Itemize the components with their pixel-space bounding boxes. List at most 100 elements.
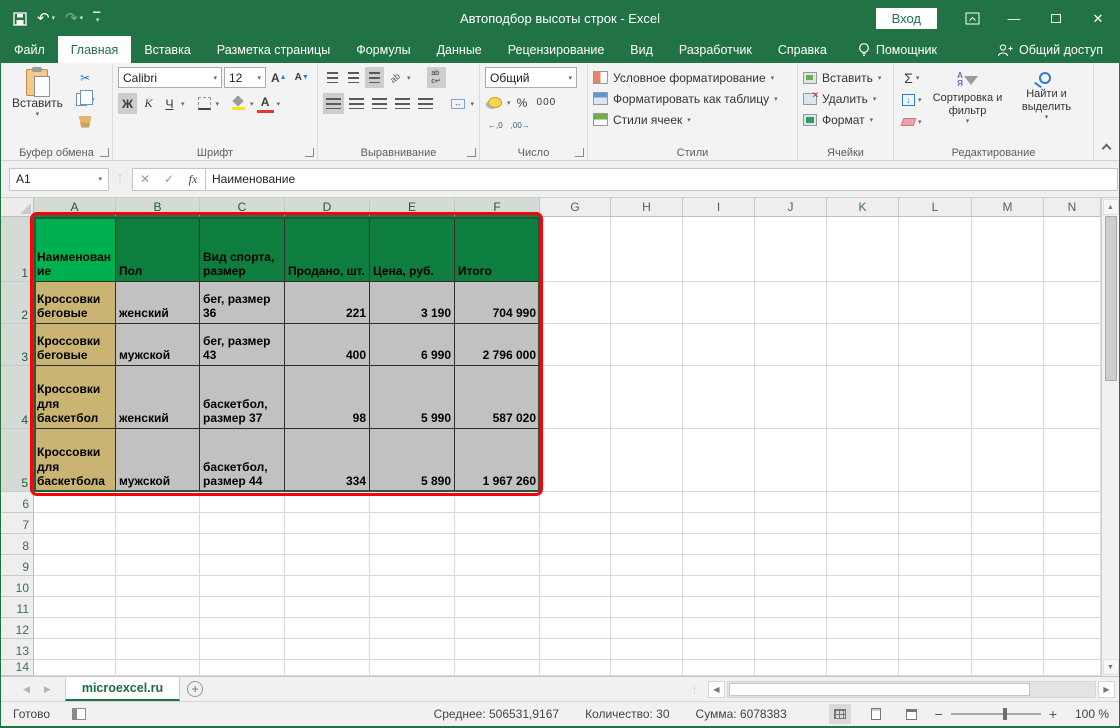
cell-K3[interactable]: [827, 324, 899, 366]
cell-K4[interactable]: [827, 366, 899, 429]
cell-H6[interactable]: [611, 492, 683, 513]
cell-H14[interactable]: [611, 660, 683, 676]
paste-dropdown-icon[interactable]: ▾: [36, 110, 40, 118]
align-right-button[interactable]: [369, 93, 390, 114]
scroll-right-icon[interactable]: ▶: [1098, 681, 1115, 698]
font-color-dropdown-icon[interactable]: ▾: [277, 100, 281, 108]
align-bottom-button[interactable]: [365, 67, 384, 88]
accounting-format-button[interactable]: [485, 92, 505, 113]
tab-разработчик[interactable]: Разработчик: [666, 36, 765, 63]
cell-F7[interactable]: [455, 513, 540, 534]
autosum-button[interactable]: Σ▾: [899, 67, 925, 88]
bold-button[interactable]: Ж: [118, 93, 137, 114]
column-header-I[interactable]: I: [683, 198, 755, 217]
cell-B3[interactable]: мужской: [116, 324, 200, 366]
cell-F1[interactable]: Итого: [455, 217, 540, 282]
cell-C4[interactable]: баскетбол, размер 37: [200, 366, 285, 429]
fill-dropdown-icon[interactable]: ▾: [918, 96, 922, 104]
cell-D1[interactable]: Продано, шт.: [285, 217, 370, 282]
cell-M6[interactable]: [972, 492, 1044, 513]
cell-H5[interactable]: [611, 429, 683, 492]
zoom-slider-thumb[interactable]: [1003, 708, 1007, 720]
cell-B14[interactable]: [116, 660, 200, 676]
cell-M2[interactable]: [972, 282, 1044, 324]
undo-button[interactable]: ↶▾: [37, 11, 55, 26]
cell-B2[interactable]: женский: [116, 282, 200, 324]
cell-G3[interactable]: [540, 324, 611, 366]
cell-F11[interactable]: [455, 597, 540, 618]
fill-color-dropdown-icon[interactable]: ▾: [250, 100, 254, 108]
cell-J3[interactable]: [755, 324, 827, 366]
ribbon-display-options-button[interactable]: [951, 1, 993, 36]
cell-B1[interactable]: Пол: [116, 217, 200, 282]
cell-I9[interactable]: [683, 555, 755, 576]
decrease-decimal-button[interactable]: ,00→: [508, 115, 533, 136]
font-dialog-launcher[interactable]: [305, 148, 314, 157]
cell-H9[interactable]: [611, 555, 683, 576]
column-header-J[interactable]: J: [755, 198, 827, 217]
cell-D3[interactable]: 400: [285, 324, 370, 366]
cell-C3[interactable]: бег, размер 43: [200, 324, 285, 366]
column-header-G[interactable]: G: [540, 198, 611, 217]
delete-cells-button[interactable]: Удалить▾: [803, 88, 888, 109]
row-header-4[interactable]: 4: [1, 366, 34, 429]
cell-E7[interactable]: [370, 513, 455, 534]
column-header-A[interactable]: A: [34, 198, 116, 217]
cell-L5[interactable]: [899, 429, 972, 492]
font-color-button[interactable]: А: [256, 93, 275, 114]
cell-D7[interactable]: [285, 513, 370, 534]
cell-F13[interactable]: [455, 639, 540, 660]
cell-M7[interactable]: [972, 513, 1044, 534]
signin-button[interactable]: Вход: [876, 8, 937, 29]
scroll-left-icon[interactable]: ◀: [708, 681, 725, 698]
tab-scroll-splitter[interactable]: ⋮: [686, 677, 704, 701]
cell-A13[interactable]: [34, 639, 116, 660]
share-button[interactable]: Общий доступ: [997, 36, 1119, 63]
assistant-button[interactable]: Помощник: [858, 36, 937, 63]
collapse-ribbon-button[interactable]: [1094, 63, 1119, 160]
cell-I6[interactable]: [683, 492, 755, 513]
cell-K8[interactable]: [827, 534, 899, 555]
column-header-C[interactable]: C: [200, 198, 285, 217]
cell-N4[interactable]: [1044, 366, 1101, 429]
zoom-out-button[interactable]: −: [935, 706, 943, 722]
column-header-E[interactable]: E: [370, 198, 455, 217]
cell-L11[interactable]: [899, 597, 972, 618]
underline-button[interactable]: Ч: [160, 93, 179, 114]
row-header-11[interactable]: 11: [1, 597, 34, 618]
row-header-3[interactable]: 3: [1, 324, 34, 366]
cell-M9[interactable]: [972, 555, 1044, 576]
cell-styles-button[interactable]: Стили ячеек▾: [593, 109, 792, 130]
cell-A7[interactable]: [34, 513, 116, 534]
row-header-13[interactable]: 13: [1, 639, 34, 660]
row-header-9[interactable]: 9: [1, 555, 34, 576]
cell-H12[interactable]: [611, 618, 683, 639]
cell-H10[interactable]: [611, 576, 683, 597]
cell-A10[interactable]: [34, 576, 116, 597]
customize-qat-button[interactable]: ▔▾: [93, 15, 100, 23]
cell-E11[interactable]: [370, 597, 455, 618]
cell-L7[interactable]: [899, 513, 972, 534]
cell-N3[interactable]: [1044, 324, 1101, 366]
cell-K14[interactable]: [827, 660, 899, 676]
cell-H3[interactable]: [611, 324, 683, 366]
save-icon[interactable]: [13, 12, 27, 26]
cell-L8[interactable]: [899, 534, 972, 555]
cell-K9[interactable]: [827, 555, 899, 576]
cell-I4[interactable]: [683, 366, 755, 429]
cell-E9[interactable]: [370, 555, 455, 576]
row-header-10[interactable]: 10: [1, 576, 34, 597]
column-header-D[interactable]: D: [285, 198, 370, 217]
formula-bar-splitter[interactable]: ⋮: [109, 174, 132, 185]
wrap-text-button[interactable]: ab c↵: [427, 67, 446, 88]
increase-decimal-button[interactable]: ←,0: [485, 115, 506, 136]
cell-M11[interactable]: [972, 597, 1044, 618]
cell-A1[interactable]: Наименование: [34, 217, 116, 282]
cell-E8[interactable]: [370, 534, 455, 555]
cell-K6[interactable]: [827, 492, 899, 513]
column-header-F[interactable]: F: [455, 198, 540, 217]
cell-F14[interactable]: [455, 660, 540, 676]
cell-A14[interactable]: [34, 660, 116, 676]
column-header-H[interactable]: H: [611, 198, 683, 217]
find-select-button[interactable]: Найти и выделить ▾: [1011, 67, 1083, 132]
